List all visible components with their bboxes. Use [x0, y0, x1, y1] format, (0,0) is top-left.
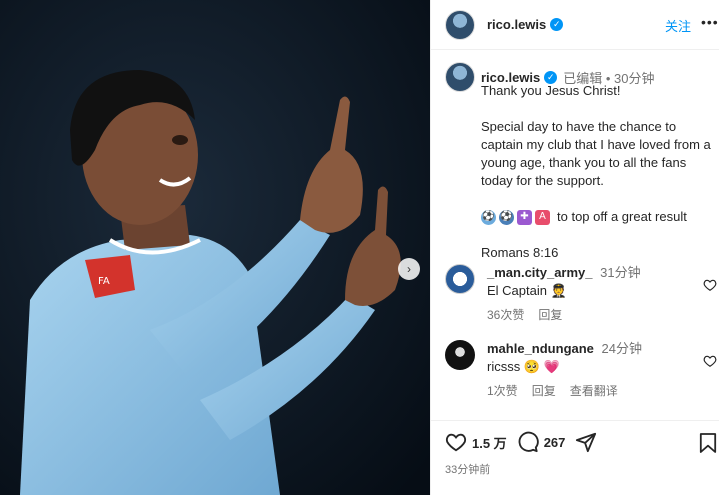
reply-button[interactable]: 回复 — [538, 306, 562, 323]
commenter-username[interactable]: _man.city_army_ — [487, 265, 593, 280]
caption-line: Romans 8:16 — [481, 245, 559, 260]
see-translation-button[interactable]: 查看翻译 — [570, 382, 618, 399]
heart-icon[interactable] — [445, 431, 467, 453]
chevron-right-icon: › — [407, 262, 411, 276]
a-emoji-icon: A — [535, 209, 550, 225]
reply-button[interactable]: 回复 — [532, 382, 556, 399]
player-photo: FA — [0, 0, 430, 495]
comment-icon[interactable] — [517, 431, 539, 453]
comment-time: 24分钟 — [601, 341, 643, 356]
heart-icon[interactable] — [703, 354, 717, 368]
post-image: FA › — [0, 0, 430, 495]
caption-line: Thank you Jesus Christ! — [481, 83, 621, 98]
plus-emoji-icon: ✚ — [517, 209, 532, 225]
svg-text:FA: FA — [98, 276, 110, 287]
comment-text: ricsss 🥺 💗 — [487, 359, 560, 374]
post-header: rico.lewis ✓ 关注 ••• — [431, 0, 719, 50]
avatar[interactable] — [445, 9, 475, 40]
follow-button[interactable]: 关注 — [665, 16, 691, 35]
commenter-avatar[interactable] — [445, 264, 475, 294]
caption-line: Special day to have the chance to captai… — [481, 119, 711, 188]
bookmark-icon[interactable] — [699, 433, 717, 453]
more-options-icon[interactable]: ••• — [701, 14, 719, 30]
post-timestamp: 33分钟前 — [445, 464, 491, 476]
commenter-username[interactable]: mahle_ndungane — [487, 341, 594, 356]
comment-count[interactable]: 267 — [544, 435, 566, 450]
post-caption: rico.lewis ✓ 已编辑 • 30分钟 Thank you Jesus … — [445, 62, 715, 260]
caption-emoji-line: ⚽ ⚽ ✚ A to top off a great result — [481, 209, 687, 225]
comment-time: 31分钟 — [600, 265, 641, 280]
comment-text: El Captain 🧑‍✈️ — [487, 283, 567, 298]
comment-likes[interactable]: 1次赞 — [487, 382, 518, 399]
caption-text: Thank you Jesus Christ! Special day to h… — [481, 82, 716, 280]
ball-emoji-icon: ⚽ — [499, 209, 514, 225]
author-username[interactable]: rico.lewis — [487, 17, 546, 32]
heart-icon[interactable] — [703, 278, 717, 292]
globe-emoji-icon: ⚽ — [481, 209, 496, 225]
verified-icon: ✓ — [550, 18, 564, 31]
share-icon[interactable] — [575, 431, 597, 453]
commenter-avatar[interactable] — [445, 340, 475, 370]
comment-likes[interactable]: 36次赞 — [487, 306, 524, 323]
carousel-next-button[interactable]: › — [398, 258, 420, 280]
post-detail-panel: rico.lewis ✓ 关注 ••• rico.lewis ✓ 已编辑 • 3… — [430, 0, 719, 495]
like-count[interactable]: 1.5 万 — [472, 433, 507, 452]
caption-avatar[interactable] — [445, 62, 475, 92]
action-bar: 1.5 万 267 33分钟前 — [431, 420, 719, 495]
